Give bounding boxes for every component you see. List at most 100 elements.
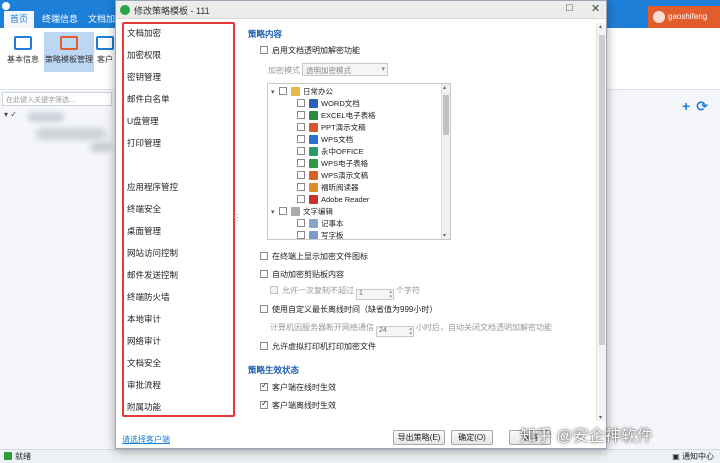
tree-checkbox[interactable] [297, 147, 305, 155]
nav-item-desktop-management[interactable]: 桌面管理 [127, 225, 161, 237]
notification-label: 通知中心 [682, 452, 714, 461]
tree-expander-icon[interactable]: ▾ [271, 207, 279, 219]
nav-item-document-security[interactable]: 文档安全 [127, 357, 161, 369]
tree-checkbox[interactable] [297, 183, 305, 191]
nav-item-extras[interactable]: 附属功能 [127, 401, 161, 413]
tree-row[interactable]: WPS文档 [289, 134, 353, 146]
ribbon-client-button[interactable]: 客户 [94, 32, 116, 72]
tree-row[interactable]: 记事本 [289, 218, 344, 230]
select-client-link[interactable]: 请选择客户端 [122, 434, 170, 445]
scroll-down-icon[interactable]: ▾ [443, 232, 446, 239]
tree-row[interactable]: 福昕阅读器 [289, 182, 359, 194]
maximize-icon[interactable]: □ [566, 2, 573, 14]
close-icon[interactable]: ✕ [591, 2, 600, 15]
tree-checkbox[interactable] [297, 159, 305, 167]
tree-checkbox[interactable] [297, 219, 305, 227]
template-icon [60, 36, 78, 50]
nav-item-local-audit[interactable]: 本地审计 [127, 313, 161, 325]
tab-terminal-info[interactable]: 终端信息 [36, 11, 84, 28]
export-policy-button[interactable]: 导出策略(E) [393, 430, 445, 445]
tree-row[interactable]: Adobe Reader [289, 194, 369, 206]
refresh-icon[interactable]: ⟳ [696, 98, 708, 114]
nav-item-key-management[interactable]: 密钥管理 [127, 71, 161, 83]
tree-scrollbar[interactable]: ▴ ▾ [441, 84, 450, 239]
checkbox-box [260, 270, 268, 278]
tree-label: PPT演示文稿 [321, 123, 366, 132]
encrypt-clipboard-checkbox[interactable]: 自动加密剪贴板内容 [260, 269, 344, 280]
nav-item-mail-whitelist[interactable]: 邮件白名单 [127, 93, 170, 105]
dialog-titlebar: 修改策略模板 - 111 □ ✕ [116, 1, 606, 19]
status-text: 就绪 [15, 452, 31, 461]
encryption-mode-select[interactable]: 透明加密模式 ▾ [302, 63, 388, 76]
content-scrollbar[interactable]: ▴ ▾ [596, 23, 606, 421]
nav-item-encryption-permission[interactable]: 加密权限 [127, 49, 161, 61]
effective-offline-checkbox[interactable]: 客户端离线时生效 [260, 399, 336, 411]
tab-home[interactable]: 首页 [4, 11, 35, 28]
copy-limit-stepper[interactable]: 1 ▴ ▾ [356, 289, 394, 300]
app-file-icon [309, 171, 318, 180]
scroll-thumb[interactable] [599, 35, 605, 345]
nav-item-doc-encryption[interactable]: 文档加密 [127, 27, 161, 39]
tree-checkbox[interactable] [297, 99, 305, 107]
checkbox-box [260, 399, 268, 409]
virtual-print-checkbox[interactable]: 允许虚拟打印机打印加密文件 [260, 341, 376, 352]
add-icon[interactable]: + [682, 98, 690, 114]
offline-suffix: 小时后，自动关闭文档透明加解密功能 [416, 323, 552, 332]
offline-hours-stepper[interactable]: 24 ▴ ▾ [376, 326, 414, 337]
nav-item-web-access[interactable]: 网站访问控制 [127, 247, 178, 259]
enable-transparent-checkbox[interactable]: 启用文档透明加解密功能 [260, 45, 360, 56]
tree-expander-icon[interactable]: ▾ ✓ [4, 110, 17, 119]
checkbox-label: 使用自定义最长离线时间（缺省值为999小时） [272, 305, 438, 314]
policy-content: 策略内容 启用文档透明加解密功能 加密模式 透明加密模式 ▾ ▾ 日常办公 WORD文… [244, 23, 596, 421]
nav-item-approval-flow[interactable]: 审批流程 [127, 379, 161, 391]
notification-center-button[interactable]: ▣ 通知中心 [672, 450, 714, 463]
tree-row[interactable]: WPS电子表格 [289, 158, 368, 170]
nav-item-terminal-security[interactable]: 终端安全 [127, 203, 161, 215]
offline-label: 计算机因服务器断开网络通信 [270, 323, 374, 332]
ok-button[interactable]: 确定(O) [451, 430, 493, 445]
nav-item-mail-send[interactable]: 邮件发送控制 [127, 269, 178, 281]
tree-row[interactable]: EXCEL电子表格 [289, 110, 376, 122]
monitor-icon [14, 36, 32, 50]
search-input[interactable]: 在此键入关键字筛选... [2, 92, 112, 106]
nav-item-network-audit[interactable]: 网络审计 [127, 335, 161, 347]
effective-online-checkbox[interactable]: 客户端在线时生效 [260, 381, 336, 393]
allow-copy-checkbox[interactable] [270, 286, 278, 294]
watermark-text: 知乎 @安企神软件 [520, 428, 653, 445]
tree-checkbox[interactable] [279, 87, 287, 95]
scroll-up-icon[interactable]: ▴ [443, 84, 446, 91]
app-file-icon [309, 135, 318, 144]
tree-checkbox[interactable] [297, 231, 305, 239]
tree-checkbox[interactable] [297, 195, 305, 203]
tree-row[interactable]: PPT演示文稿 [289, 122, 366, 134]
tree-row[interactable]: 写字板 [289, 230, 344, 239]
splitter-handle[interactable]: · · · [236, 211, 239, 225]
nav-item-app-control[interactable]: 应用程序管控 [127, 181, 178, 193]
app-file-icon [309, 231, 318, 239]
tree-checkbox[interactable] [297, 171, 305, 179]
custom-offline-checkbox[interactable]: 使用自定义最长离线时间（缺省值为999小时） [260, 304, 437, 315]
user-badge[interactable]: gaoshifeng [648, 6, 720, 28]
scroll-up-icon[interactable]: ▴ [599, 23, 602, 30]
ribbon-policy-template-button[interactable]: 策略模板管理 [44, 32, 94, 72]
tree-row[interactable]: ▾ 日常办公 [271, 86, 333, 98]
tree-checkbox[interactable] [297, 123, 305, 131]
tree-row[interactable]: ▾ 文字编辑 [271, 206, 333, 218]
tree-checkbox[interactable] [297, 111, 305, 119]
show-encrypted-icon-checkbox[interactable]: 在终端上显示加密文件图标 [260, 251, 368, 262]
tree-expander-icon[interactable]: ▾ [271, 87, 279, 99]
scroll-down-icon[interactable]: ▾ [599, 414, 602, 421]
tree-checkbox[interactable] [297, 135, 305, 143]
tree-row[interactable]: WPS演示文稿 [289, 170, 368, 182]
section-policy-content: 策略内容 [248, 29, 283, 39]
tree-row[interactable]: 永中OFFICE [289, 146, 364, 158]
scroll-thumb[interactable] [443, 95, 449, 135]
nav-item-usb-management[interactable]: U盘管理 [127, 115, 159, 127]
tree-checkbox[interactable] [279, 207, 287, 215]
ribbon-basic-info-button[interactable]: 基本信息 [2, 32, 44, 72]
tree-row[interactable]: WORD文档 [289, 98, 360, 110]
nav-item-firewall[interactable]: 终端防火墙 [127, 291, 170, 303]
nav-item-print-management[interactable]: 打印管理 [127, 137, 161, 149]
blurred-tree-node [90, 142, 112, 152]
checkbox-box [260, 305, 268, 313]
